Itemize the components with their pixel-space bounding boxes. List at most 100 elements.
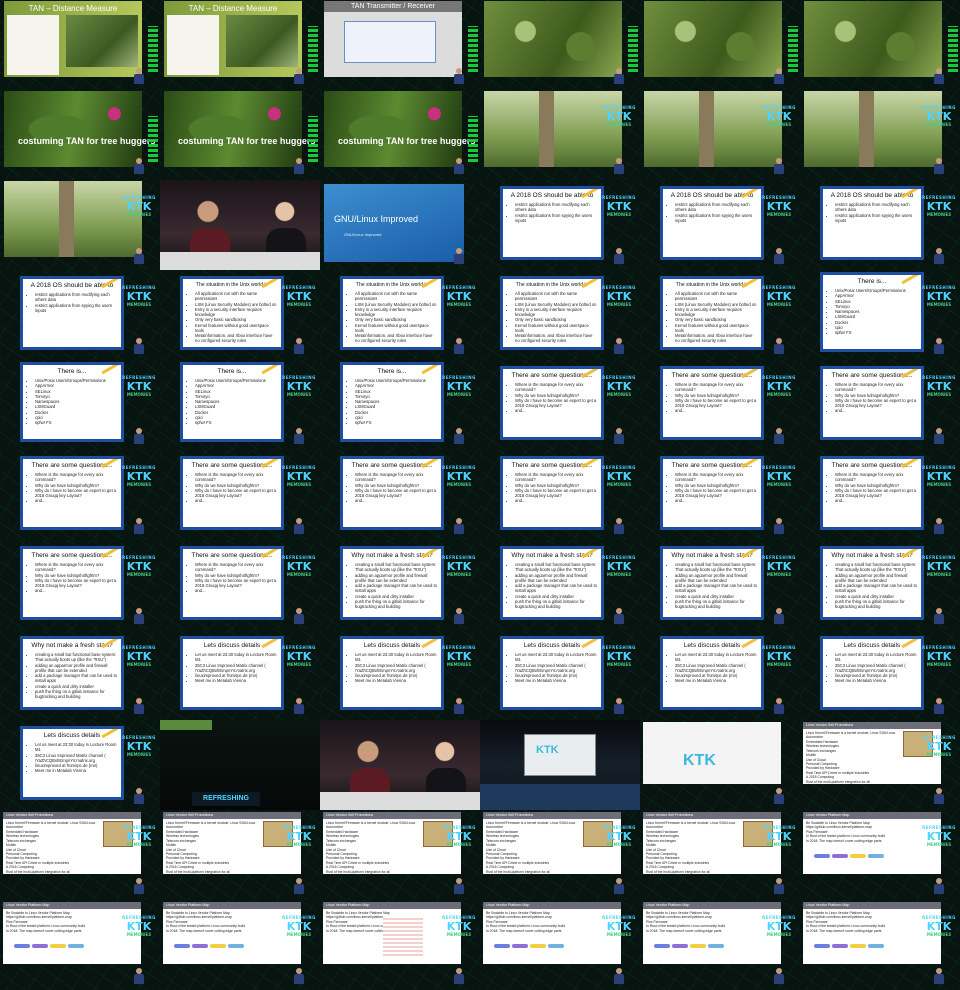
video-thumbnail[interactable]: The situation in the Unix world isAll ap…	[160, 270, 320, 360]
lecture-slide: Linux Vendor Platform Map Be Scalable to …	[163, 902, 301, 964]
video-thumbnail[interactable]: There are some questions...Where is the …	[800, 450, 960, 540]
slide-bullet: creating a small but functional base sys…	[835, 562, 917, 573]
video-thumbnail[interactable]: REFRESHING KTK MEMORIES	[800, 90, 960, 180]
video-thumbnail[interactable]	[800, 0, 960, 90]
logo-line2: KTK	[126, 290, 152, 303]
video-thumbnail[interactable]: Linux Vendor Platform Map Be Scalable to …	[0, 900, 160, 990]
video-thumbnail[interactable]: Lets discuss detailsLet us meet at 23:30…	[320, 630, 480, 720]
video-thumbnail[interactable]: There are some questions...Where is the …	[160, 450, 320, 540]
video-thumbnail[interactable]: There are some questions...Where is the …	[640, 450, 800, 540]
video-thumbnail[interactable]: There is...Unix/Posix Users/Groups/Permi…	[0, 360, 160, 450]
video-thumbnail[interactable]: A 2018 OS should be able torestrict appl…	[640, 180, 800, 270]
slide-bullet: All applications run with the same permi…	[675, 291, 757, 302]
video-thumbnail[interactable]: There are some questions...Where is the …	[0, 540, 160, 630]
video-thumbnail[interactable]: REFRESHING KTK MEMORIES	[0, 180, 160, 270]
video-thumbnail[interactable]: There are some questions...Where is the …	[800, 360, 960, 450]
slide-bullet: Metainformation, and Xbox interface have…	[515, 333, 597, 344]
video-thumbnail[interactable]: KTK	[640, 720, 800, 810]
video-thumbnail[interactable]: Lets discuss detailsLet us meet at 23:30…	[800, 630, 960, 720]
video-thumbnail[interactable]: Lets discuss detailsLet us meet at 23:30…	[480, 630, 640, 720]
logo-line3: MEMORIES	[766, 392, 792, 397]
speaker-figure	[134, 698, 144, 714]
video-thumbnail[interactable]: Linux Vendor Sell Promotions Linux Kernel…	[640, 810, 800, 900]
video-thumbnail[interactable]: There are some questions...Where is the …	[0, 450, 160, 540]
video-thumbnail[interactable]: TAN – Distance Measure	[0, 0, 160, 90]
ktk-logo: REFRESHING KTK MEMORIES	[282, 916, 316, 937]
video-thumbnail[interactable]: There are some questions...Where is the …	[320, 450, 480, 540]
video-thumbnail[interactable]: A 2018 OS should be able torestrict appl…	[800, 180, 960, 270]
logo-line2: KTK	[606, 920, 632, 933]
video-thumbnail[interactable]: The situation in the Unix world isAll ap…	[320, 270, 480, 360]
video-thumbnail[interactable]: Linux Vendor Platform Map Be Scalable to …	[640, 900, 800, 990]
video-thumbnail[interactable]: costuming TAN for tree huggers	[0, 90, 160, 180]
slide-bullet: Where is the manpage for every unix comm…	[35, 472, 117, 483]
video-thumbnail[interactable]	[640, 0, 800, 90]
speaker-figure	[294, 428, 304, 444]
speaker-figure	[454, 158, 464, 174]
video-thumbnail[interactable]: The situation in the Unix world isAll ap…	[640, 270, 800, 360]
video-thumbnail[interactable]: There is...Unix/Posix Users/Groups/Permi…	[160, 360, 320, 450]
video-thumbnail[interactable]: costuming TAN for tree huggers	[160, 90, 320, 180]
slide-bullets: Where is the manpage for every unix comm…	[507, 382, 597, 414]
speaker-figure	[294, 968, 304, 984]
slide-bullets: Where is the manpage for every unix comm…	[827, 472, 917, 504]
lecture-slide: Linux Vendor Sell Promotions Linux Kernel…	[803, 722, 941, 784]
ktk-logo: REFRESHING KTK MEMORIES	[922, 826, 956, 847]
video-thumbnail[interactable]: Why not make a fresh start?creating a sm…	[320, 540, 480, 630]
video-thumbnail[interactable]: Linux Vendor Platform Map Be Scalable to …	[320, 900, 480, 990]
slide-bullet: LSM (Linux Security Modules) are bolted …	[355, 302, 437, 307]
slide-bullet: Meet me in Metalab Vienna	[835, 678, 917, 683]
speaker-figure	[774, 248, 784, 264]
video-thumbnail[interactable]: Why not make a fresh start?creating a sm…	[640, 540, 800, 630]
video-thumbnail[interactable]: Linux Vendor Sell Promotions Linux Kernel…	[160, 810, 320, 900]
slide-bullet: restrict applications from modifying eac…	[35, 292, 117, 303]
video-thumbnail[interactable]	[480, 0, 640, 90]
video-thumbnail[interactable]: There are some questions...Where is the …	[480, 450, 640, 540]
video-thumbnail[interactable]: Linux Vendor Platform Map Be Scalable to …	[480, 900, 640, 990]
speaker-figure	[614, 68, 624, 84]
video-thumbnail[interactable]: GNU/Linux Improved GNU/Linux Improved	[320, 180, 480, 270]
podium-label: REFRESHING	[192, 792, 260, 806]
speaker-figure	[614, 158, 624, 174]
video-thumbnail[interactable]: Why not make a fresh start?creating a sm…	[480, 540, 640, 630]
video-thumbnail[interactable]: Linux Vendor Platform Map Be Scalable to …	[800, 900, 960, 990]
slide-bullets: creating a small but functional base sys…	[667, 562, 757, 609]
video-thumbnail[interactable]: There are some questions...Where is the …	[160, 540, 320, 630]
video-thumbnail[interactable]: Linux Vendor Sell Promotions Linux Kernel…	[320, 810, 480, 900]
video-thumbnail[interactable]: KTK	[480, 720, 640, 810]
video-thumbnail[interactable]: REFRESHING KTK MEMORIES	[640, 90, 800, 180]
ktk-logo: REFRESHING KTK MEMORIES	[282, 466, 316, 487]
video-thumbnail[interactable]: Linux Vendor Platform Map Be Scalable to …	[160, 900, 320, 990]
video-thumbnail[interactable]: TAN Transmitter / Receiver	[320, 0, 480, 90]
video-thumbnail[interactable]: There is...Unix/Posix Users/Groups/Permi…	[320, 360, 480, 450]
video-thumbnail[interactable]	[160, 180, 320, 270]
video-thumbnail[interactable]: Linux Vendor Sell Promotions Linux Kernel…	[480, 810, 640, 900]
video-thumbnail[interactable]: Lets discuss detailsLet us meet at 23:30…	[160, 630, 320, 720]
lecture-slide-header: Linux Vendor Platform Map	[163, 902, 301, 909]
logo-line2: KTK	[766, 470, 792, 483]
speaker-figure	[934, 608, 944, 624]
video-thumbnail[interactable]: Why not make a fresh start?creating a sm…	[0, 630, 160, 720]
video-thumbnail[interactable]: Lets discuss detailsLet us meet at 23:30…	[0, 720, 160, 810]
video-thumbnail[interactable]: A 2018 OS should be able torestrict appl…	[0, 270, 160, 360]
video-thumbnail[interactable]: Linux Vendor Sell Promotions Linux Kernel…	[0, 810, 160, 900]
slide-bullets: Where is the manpage for every unix comm…	[347, 472, 437, 504]
video-thumbnail[interactable]: Lets discuss detailsLet us meet at 23:30…	[640, 630, 800, 720]
video-thumbnail[interactable]: Linux Vendor Sell Promotions Linux Kernel…	[800, 720, 960, 810]
video-thumbnail[interactable]: REFRESHING KTK MEMORIES	[480, 90, 640, 180]
logo-line2: KTK	[926, 560, 952, 573]
ktk-logo: REFRESHING KTK MEMORIES	[282, 556, 316, 577]
video-thumbnail[interactable]: costuming TAN for tree huggers	[320, 90, 480, 180]
video-thumbnail[interactable]: TAN – Distance Measure	[160, 0, 320, 90]
video-thumbnail[interactable]	[320, 720, 480, 810]
video-thumbnail[interactable]: There are some questions...Where is the …	[640, 360, 800, 450]
video-thumbnail[interactable]: REFRESHING	[160, 720, 320, 810]
logo-line3: MEMORIES	[766, 932, 792, 937]
video-thumbnail[interactable]: The situation in the Unix world isAll ap…	[480, 270, 640, 360]
speaker-figure	[614, 518, 624, 534]
video-thumbnail[interactable]: There is...Unix/Posix Users/Groups/Permi…	[800, 270, 960, 360]
video-thumbnail[interactable]: Why not make a fresh start?creating a sm…	[800, 540, 960, 630]
video-thumbnail[interactable]: There are some questions...Where is the …	[480, 360, 640, 450]
video-thumbnail[interactable]: A 2018 OS should be able torestrict appl…	[480, 180, 640, 270]
video-thumbnail[interactable]: Linux Vendor Platform Map Be Scalable to …	[800, 810, 960, 900]
